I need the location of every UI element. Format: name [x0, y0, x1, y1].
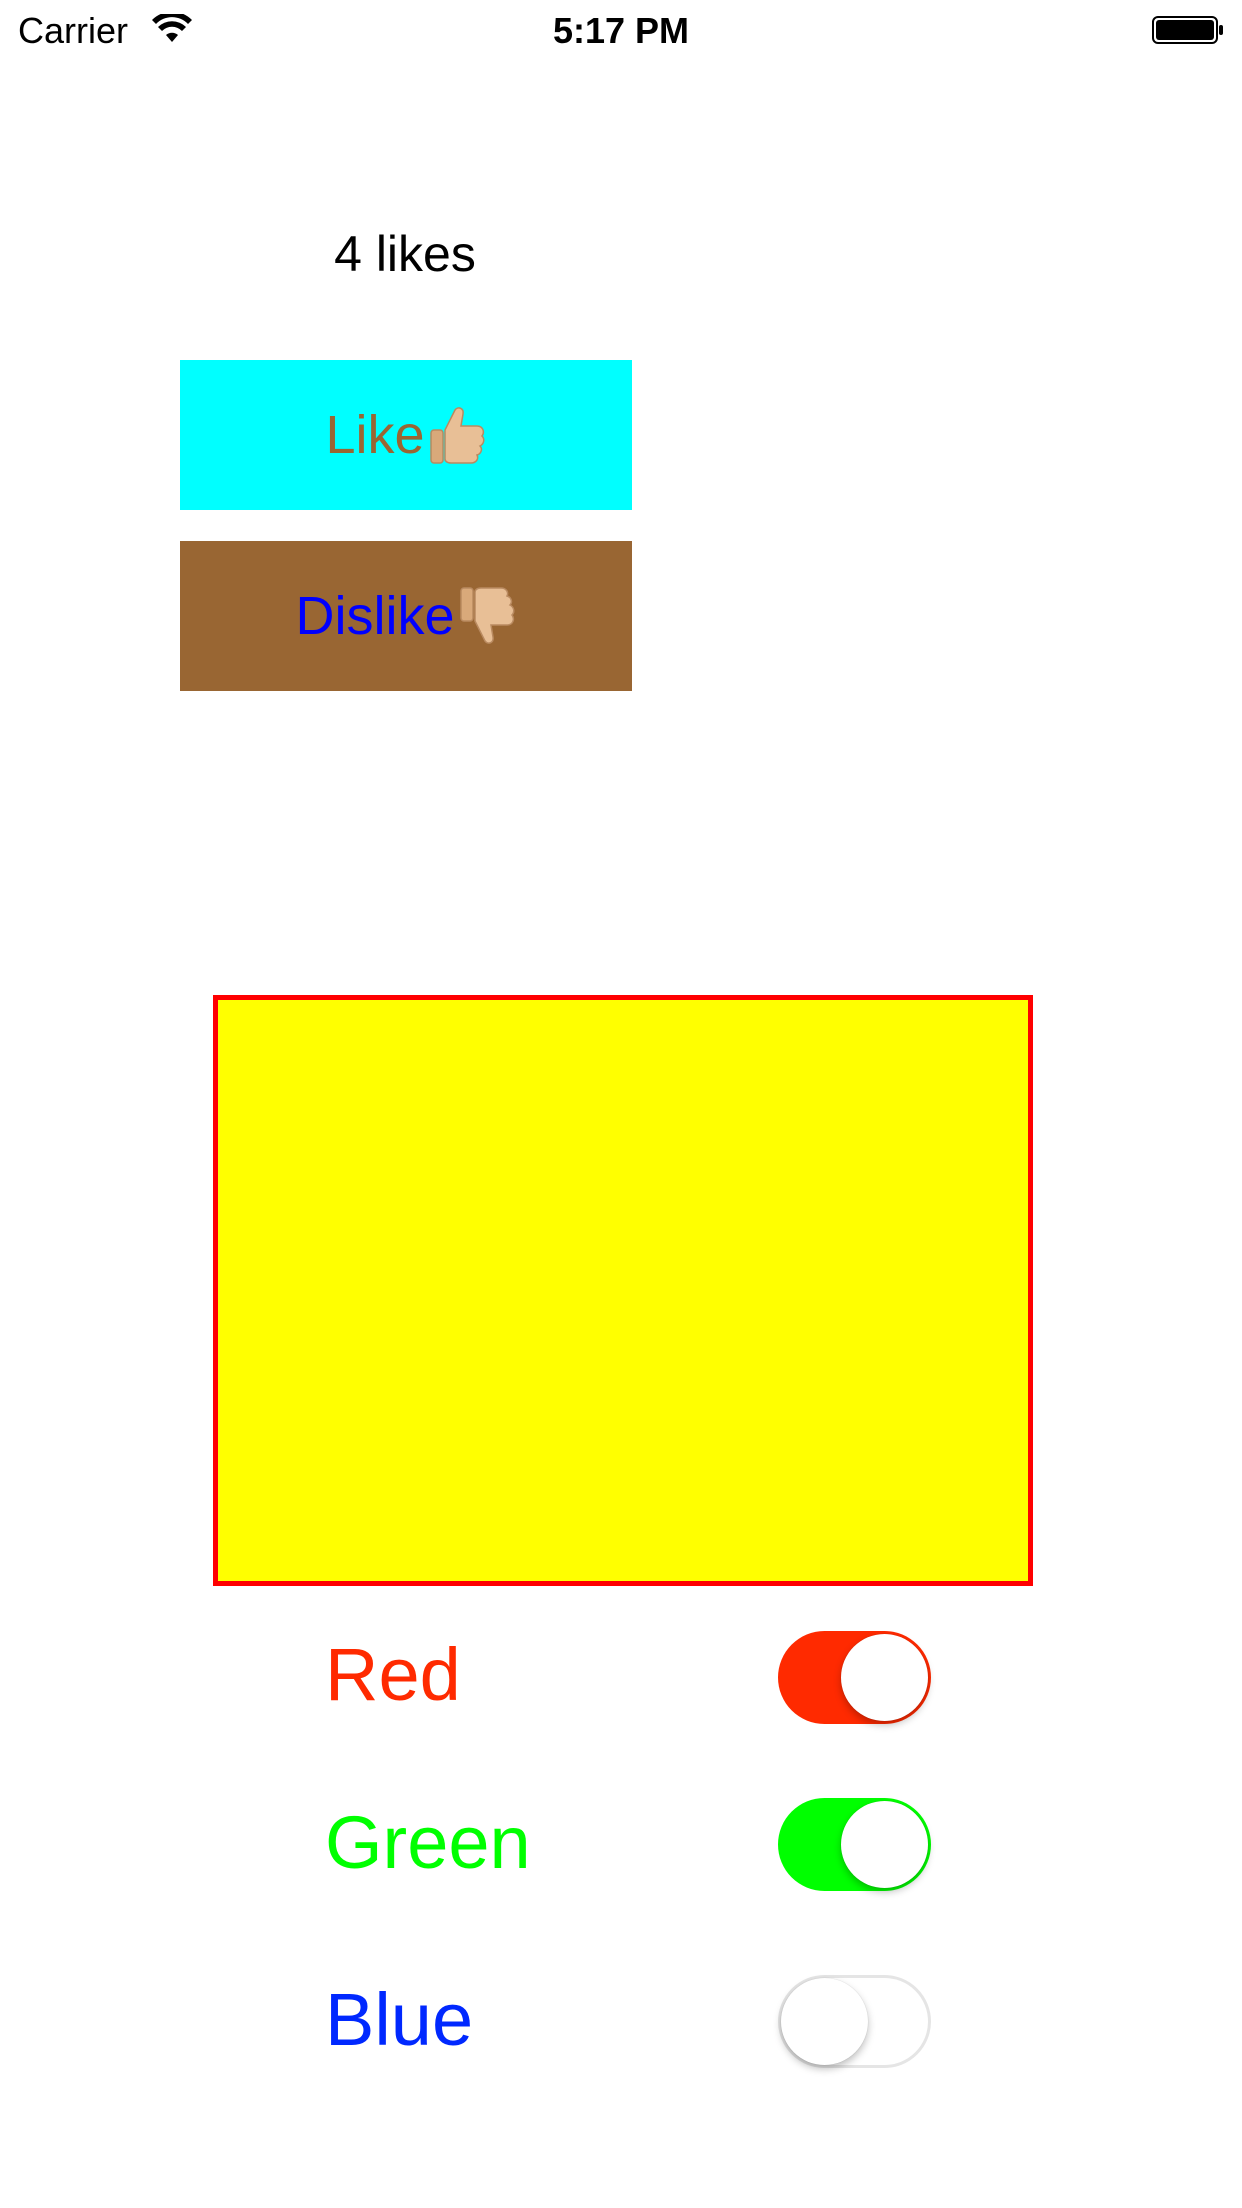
like-button[interactable]: Like [180, 360, 632, 510]
dislike-button-label: Dislike [295, 586, 455, 646]
green-label: Green [325, 1801, 531, 1884]
green-switch[interactable] [778, 1798, 931, 1891]
color-preview-box [213, 995, 1033, 1586]
thumbs-up-icon [427, 404, 487, 466]
battery-icon [1152, 16, 1224, 44]
blue-switch[interactable] [778, 1975, 931, 2068]
red-switch-knob [841, 1634, 928, 1721]
thumbs-down-icon [457, 585, 517, 647]
blue-label: Blue [325, 1978, 474, 2061]
green-switch-knob [841, 1801, 928, 1888]
dislike-button[interactable]: Dislike [180, 541, 632, 691]
status-bar: Carrier 5:17 PM [0, 0, 1242, 60]
red-switch[interactable] [778, 1631, 931, 1724]
like-button-label: Like [325, 405, 425, 465]
likes-count-label: 4 likes [334, 226, 476, 282]
blue-switch-knob [781, 1978, 868, 2065]
clock: 5:17 PM [552, 10, 690, 51]
red-label: Red [325, 1633, 461, 1716]
